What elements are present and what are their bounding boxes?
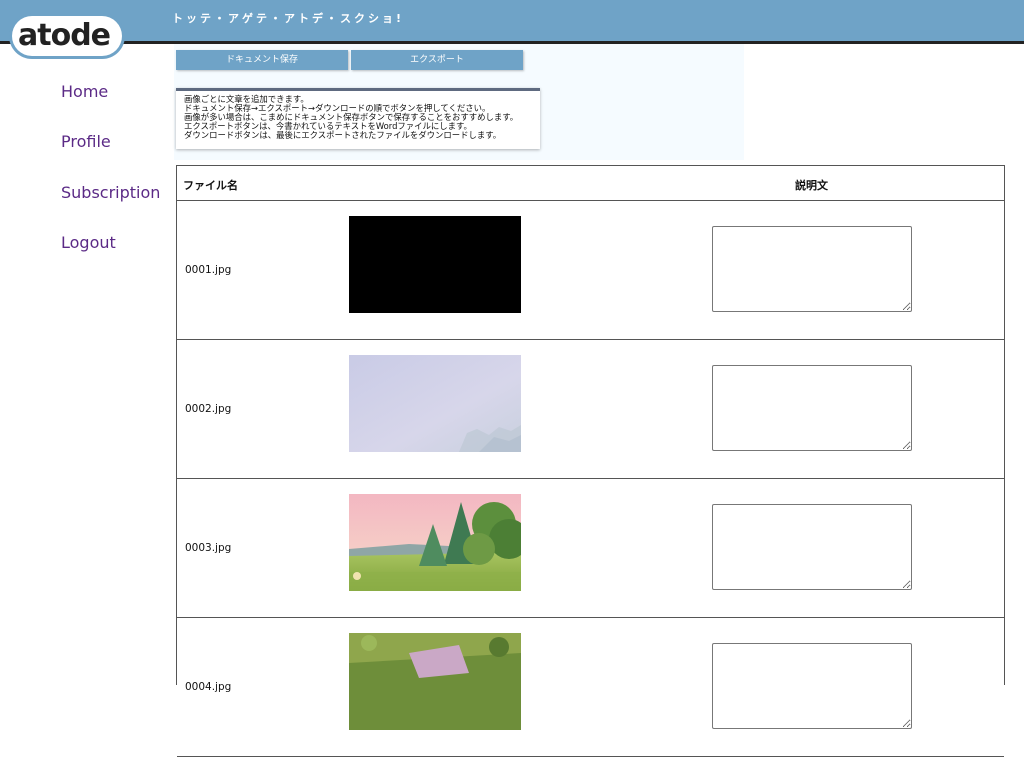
sidebar-item-logout[interactable]: Logout	[61, 233, 116, 252]
save-document-button[interactable]: ドキュメント保存	[176, 50, 348, 70]
image-table: ファイル名 説明文 0001.jpg 0002.jpg 0003.jpg 000…	[176, 165, 1005, 757]
logo-wordmark: atode	[18, 18, 111, 53]
instruction-line: ダウンロードボタンは、最後にエクスポートされたファイルをダウンロードします。	[184, 130, 502, 140]
image-thumbnail	[349, 216, 521, 313]
sidebar-item-profile[interactable]: Profile	[61, 132, 111, 151]
logo-badge: atode	[12, 16, 122, 56]
description-textarea[interactable]	[712, 643, 912, 729]
sidebar-item-home[interactable]: Home	[61, 82, 108, 101]
file-name: 0002.jpg	[185, 403, 232, 415]
image-thumbnail	[349, 355, 521, 452]
thumbnail-meadow-forest	[349, 494, 521, 591]
column-header-file: ファイル名	[183, 179, 238, 192]
thumbnail-misty-landscape	[349, 355, 521, 452]
description-textarea[interactable]	[712, 504, 912, 590]
table-row: 0001.jpg	[177, 201, 1004, 340]
file-name: 0001.jpg	[185, 264, 232, 276]
app-header: トッテ・アゲテ・アトデ・スクショ!	[0, 0, 1024, 44]
sidebar-item-subscription[interactable]: Subscription	[61, 183, 160, 202]
description-textarea[interactable]	[712, 365, 912, 451]
table-row: 0004.jpg	[177, 618, 1004, 757]
table-header: ファイル名 説明文	[177, 166, 1004, 201]
table-row: 0003.jpg	[177, 479, 1004, 618]
export-button[interactable]: エクスポート	[351, 50, 523, 70]
thumbnail-garden-path	[349, 633, 521, 730]
thumbnail-black-image	[349, 216, 521, 313]
column-header-description: 説明文	[795, 179, 828, 192]
description-textarea[interactable]	[712, 226, 912, 312]
file-name: 0003.jpg	[185, 542, 232, 554]
image-thumbnail	[349, 633, 521, 730]
image-thumbnail	[349, 494, 521, 591]
table-row: 0002.jpg	[177, 340, 1004, 479]
file-name: 0004.jpg	[185, 681, 232, 693]
logo[interactable]: atode	[8, 8, 126, 62]
instructions-box: 画像ごとに文章を追加できます。 ドキュメント保存→エクスポート→ダウンロードの順…	[176, 88, 540, 149]
header-title: トッテ・アゲテ・アトデ・スクショ!	[172, 12, 405, 25]
